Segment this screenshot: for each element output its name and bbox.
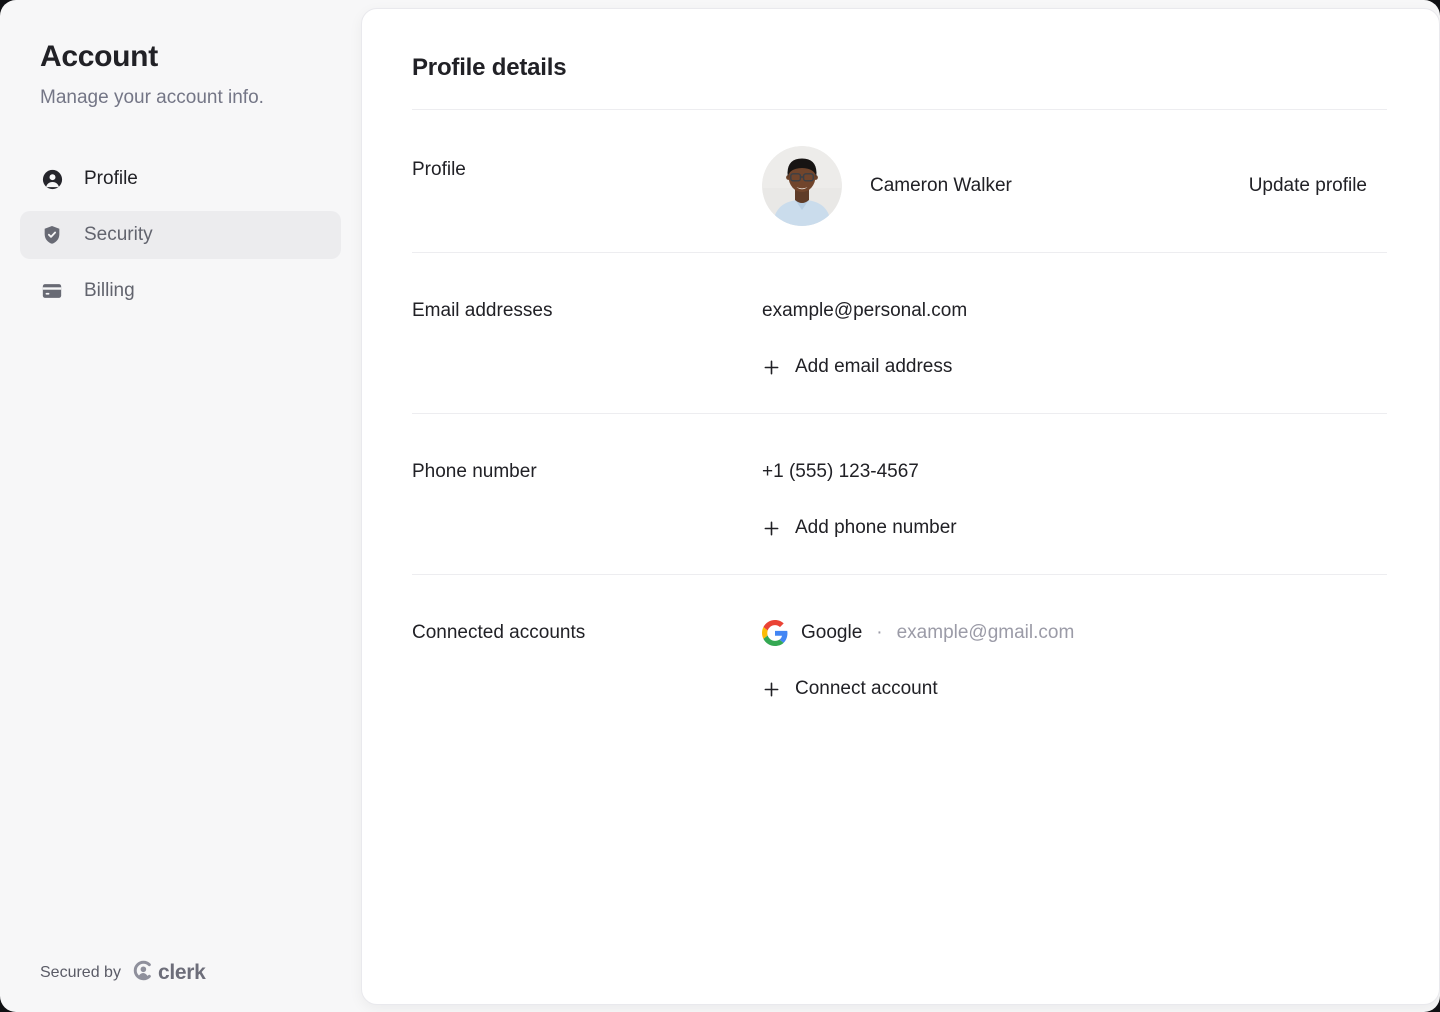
profile-row-label: Profile: [412, 146, 762, 184]
phone-number-row: Phone number +1 (555) 123-4567 Add phone…: [412, 414, 1387, 574]
clerk-wordmark: clerk: [158, 961, 206, 985]
plus-icon: [762, 358, 780, 376]
sidebar-nav: Profile Security: [0, 155, 361, 315]
add-email-button[interactable]: Add email address: [762, 353, 952, 381]
plus-icon: [762, 680, 780, 698]
sidebar-item-label: Billing: [84, 280, 135, 302]
provider-name: Google: [801, 619, 862, 647]
update-profile-button[interactable]: Update profile: [1249, 175, 1367, 197]
connected-accounts-row: Connected accounts Google ·: [412, 575, 1387, 735]
avatar-photo: [762, 146, 842, 226]
connected-accounts-content: Google · example@gmail.com Connect accou…: [762, 619, 1387, 703]
clerk-logo-icon: [132, 960, 153, 986]
shield-check-icon: [40, 223, 64, 247]
connect-account-label: Connect account: [795, 675, 938, 703]
email-addresses-row: Email addresses example@personal.com Add…: [412, 253, 1387, 413]
phone-number-label: Phone number: [412, 458, 762, 542]
add-phone-button[interactable]: Add phone number: [762, 514, 957, 542]
email-addresses-label: Email addresses: [412, 297, 762, 381]
clerk-brand[interactable]: clerk: [132, 960, 206, 986]
connected-account-email: example@gmail.com: [897, 619, 1075, 647]
sidebar-item-label: Security: [84, 224, 153, 246]
sidebar-item-label: Profile: [84, 168, 138, 190]
user-icon: [40, 167, 64, 191]
sidebar-item-profile[interactable]: Profile: [20, 155, 341, 203]
sidebar-title: Account: [40, 40, 361, 74]
profile-details-panel: Profile details Profile: [361, 8, 1440, 1005]
user-name: Cameron Walker: [870, 175, 1012, 197]
add-phone-label: Add phone number: [795, 514, 957, 542]
page-backdrop: Account Manage your account info.: [0, 0, 1440, 1012]
sidebar: Account Manage your account info.: [0, 0, 361, 1012]
email-value: example@personal.com: [762, 297, 1387, 325]
profile-content: Cameron Walker: [762, 146, 1249, 226]
secured-by-footer: Secured by clerk: [40, 960, 205, 986]
add-email-label: Add email address: [795, 353, 952, 381]
sidebar-item-security[interactable]: Security: [20, 211, 341, 259]
connected-accounts-label: Connected accounts: [412, 619, 762, 703]
sidebar-subtitle: Manage your account info.: [40, 87, 361, 109]
sidebar-item-billing[interactable]: Billing: [20, 267, 341, 315]
secured-by-label: Secured by: [40, 964, 121, 982]
email-addresses-content: example@personal.com Add email address: [762, 297, 1387, 381]
phone-value: +1 (555) 123-4567: [762, 458, 1387, 486]
credit-card-icon: [40, 279, 64, 303]
profile-row: Profile: [412, 110, 1387, 252]
connect-account-button[interactable]: Connect account: [762, 675, 938, 703]
dot-separator: ·: [876, 619, 882, 647]
google-icon: [762, 620, 788, 646]
panel-title: Profile details: [412, 9, 1387, 83]
plus-icon: [762, 519, 780, 537]
account-modal: Account Manage your account info.: [0, 0, 1440, 1012]
phone-number-content: +1 (555) 123-4567 Add phone number: [762, 458, 1387, 542]
connected-account-item: Google · example@gmail.com: [762, 619, 1387, 647]
